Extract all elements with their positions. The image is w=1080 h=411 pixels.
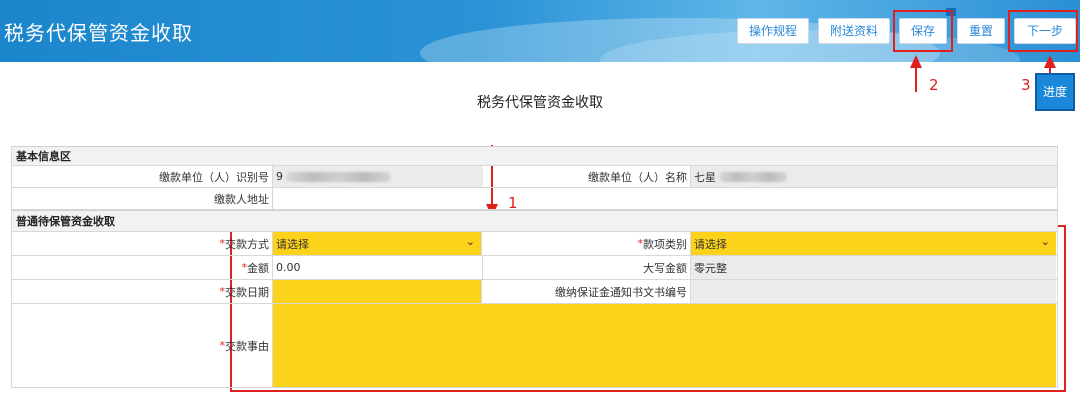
table-row: * 金额 0.00 大写金额 零元整 [11, 256, 1058, 280]
pay-method-label-text: 交款方式 [225, 237, 269, 251]
amount-upper-value: 零元整 [691, 256, 1056, 279]
payer-name-field: 七星 [691, 166, 1058, 187]
payer-name-value: 七星 [694, 170, 716, 184]
amount-upper-label: 大写金额 [483, 256, 691, 279]
payer-address-input[interactable] [273, 188, 1058, 209]
table-row: * 交款日期 缴纳保证金通知书文书编号 [11, 280, 1058, 304]
item-type-select[interactable]: 请选择 ⌄ [691, 232, 1056, 255]
table-row: 缴款单位（人）识别号 9 缴款单位（人）名称 七星 [11, 166, 1058, 188]
reason-label: * 交款事由 [11, 304, 273, 387]
payer-name-label: 缴款单位（人）名称 [483, 166, 691, 187]
form-title: 税务代保管资金收取 [477, 95, 603, 111]
section-header-basic: 基本信息区 [11, 146, 1058, 166]
amount-label: * 金额 [11, 256, 273, 279]
page: 税务代保管资金收取 操作规程 附送资料 保存 重置 下一步 2 3 1 进度 税… [0, 0, 1080, 411]
item-type-label: * 款项类别 [483, 232, 691, 255]
table-left-border [11, 146, 12, 388]
item-type-value: 请选择 [694, 237, 727, 251]
redacted-blur [719, 171, 787, 182]
section-header-general: 普通待保管资金收取 [11, 210, 1058, 232]
payer-id-field: 9 [273, 166, 483, 187]
amount-input[interactable]: 0.00 [273, 256, 483, 279]
pay-method-label: * 交款方式 [11, 232, 273, 255]
reason-label-text: 交款事由 [225, 339, 269, 353]
payer-id-value: 9 [276, 170, 283, 183]
item-type-label-text: 款项类别 [643, 237, 687, 251]
redacted-blur [286, 171, 391, 182]
amount-label-text: 金额 [247, 261, 269, 275]
pay-method-select[interactable]: 请选择 ⌄ [273, 232, 482, 255]
reason-textarea[interactable] [273, 304, 1056, 387]
table-row: * 交款方式 请选择 ⌄ * 款项类别 请选择 ⌄ [11, 232, 1058, 256]
payer-address-label: 缴款人地址 [11, 188, 273, 209]
table-row: * 交款事由 [11, 304, 1058, 388]
table-row: 缴款人地址 [11, 188, 1058, 210]
chevron-down-icon: ⌄ [1040, 235, 1050, 248]
chevron-down-icon: ⌄ [465, 235, 475, 248]
pay-date-label-text: 交款日期 [225, 285, 269, 299]
payer-id-label: 缴款单位（人）识别号 [11, 166, 273, 187]
pay-method-value: 请选择 [276, 237, 309, 251]
pay-date-label: * 交款日期 [11, 280, 273, 303]
table-right-border [1057, 146, 1058, 388]
pay-date-input[interactable] [273, 280, 482, 303]
notice-no-field [691, 280, 1056, 303]
notice-no-label: 缴纳保证金通知书文书编号 [483, 280, 691, 303]
